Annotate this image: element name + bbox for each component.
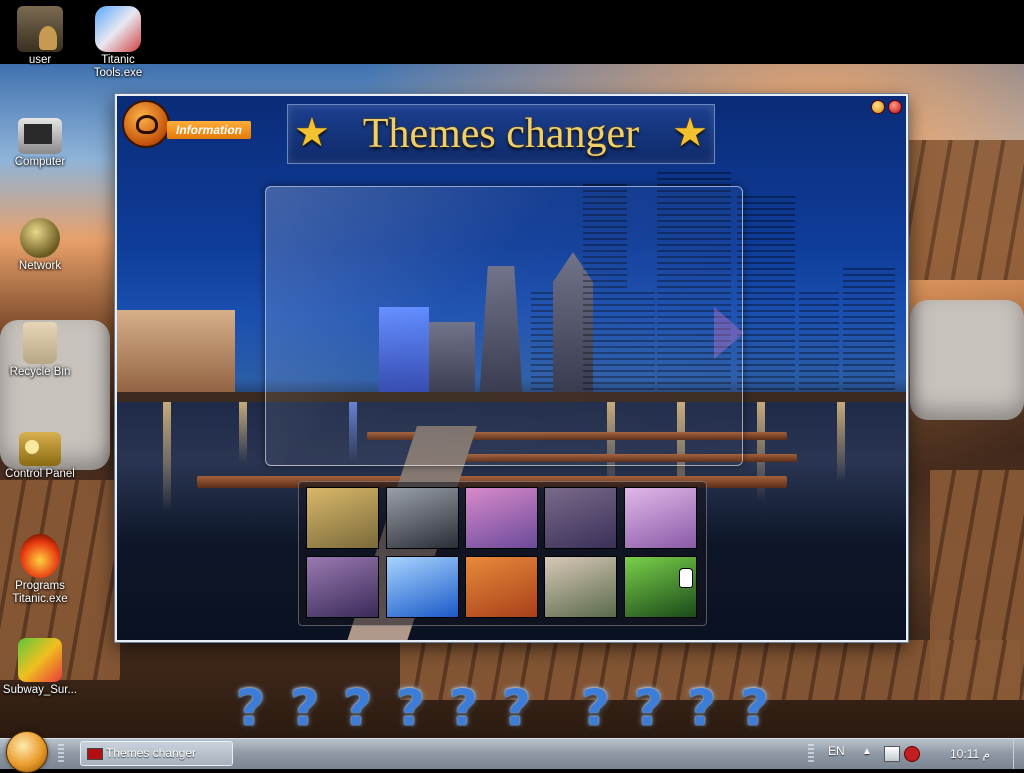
title-banner: ★ Themes changer ★ xyxy=(287,104,715,164)
theme-thumbnail[interactable] xyxy=(306,487,379,549)
question-dock: ? ? ? ? ? ? ? ? ? ? xyxy=(0,680,1024,736)
desktop-icon-computer[interactable]: Computer xyxy=(0,114,80,169)
dock-help-icon[interactable]: ? xyxy=(740,680,769,736)
wallpaper-wall xyxy=(900,140,1024,280)
language-indicator[interactable]: EN xyxy=(828,744,845,758)
desktop-icon-recycle-bin[interactable]: Recycle Bin xyxy=(0,322,80,379)
desktop-icon-label: Network xyxy=(18,260,62,272)
dock-help-icon[interactable]: ? xyxy=(449,680,478,736)
mouse-cursor-icon xyxy=(679,568,693,588)
desktop-icon-label: Programs Titanic.exe xyxy=(12,580,68,605)
dock-help-icon[interactable]: ? xyxy=(581,680,610,736)
dock-help-icon[interactable]: ? xyxy=(502,680,531,736)
theme-thumbnail[interactable] xyxy=(544,556,617,618)
action-center-icon[interactable] xyxy=(904,746,920,762)
show-desktop-button[interactable] xyxy=(1013,739,1024,769)
theme-thumbnail[interactable] xyxy=(624,487,697,549)
desktop-icon-label: Computer xyxy=(14,156,66,168)
window-title: Themes changer xyxy=(362,111,640,157)
logo-icon[interactable] xyxy=(122,100,170,148)
themes-changer-window: Information ★ Themes changer ★ xyxy=(115,94,908,642)
window-controls xyxy=(868,100,902,119)
information-button[interactable]: Information xyxy=(167,121,251,139)
show-hidden-icons-button[interactable]: ▲ xyxy=(862,746,872,757)
next-arrow-icon[interactable] xyxy=(714,307,744,359)
theme-thumbnail[interactable] xyxy=(465,556,538,618)
theme-thumbnail[interactable] xyxy=(386,556,459,618)
close-button[interactable] xyxy=(888,100,902,114)
desktop-wallpaper: user Titanic Tools.exe Computer Network … xyxy=(0,0,1024,738)
minimize-button[interactable] xyxy=(871,100,885,114)
desktop-icon-network[interactable]: Network xyxy=(0,218,80,273)
desktop-icon-user[interactable]: user xyxy=(0,6,80,67)
dock-help-icon[interactable]: ? xyxy=(343,680,372,736)
start-button[interactable] xyxy=(6,731,48,773)
star-icon: ★ xyxy=(294,111,330,155)
wallpaper-cushion xyxy=(910,300,1024,420)
recycle-bin-icon xyxy=(23,322,57,364)
dock-help-icon[interactable]: ? xyxy=(236,680,265,736)
subway-surfers-icon xyxy=(18,638,62,682)
desktop-icon-label: Titanic Tools.exe xyxy=(93,54,143,79)
programs-titanic-icon xyxy=(20,534,60,578)
theme-preview-panel xyxy=(265,186,744,466)
desktop-icon-label: Control Panel xyxy=(5,468,75,480)
computer-icon xyxy=(18,118,62,154)
network-tray-icon[interactable] xyxy=(884,746,900,762)
theme-thumbnail[interactable] xyxy=(386,487,459,549)
network-icon xyxy=(20,218,60,258)
app-window-icon xyxy=(87,748,103,760)
dock-help-icon[interactable]: ? xyxy=(290,680,319,736)
desktop-icon-titanic-tools[interactable]: Titanic Tools.exe xyxy=(78,6,158,80)
desktop-icon-programs-titanic[interactable]: Programs Titanic.exe xyxy=(0,534,80,606)
dock-help-icon[interactable]: ? xyxy=(634,680,663,736)
desktop-icon-label: user xyxy=(28,54,52,66)
desktop-icon-control-panel[interactable]: Control Panel xyxy=(0,428,80,481)
taskbar: Themes changer EN ▲ 10:11 م xyxy=(0,731,1024,773)
taskbar-grip[interactable] xyxy=(58,744,64,763)
theme-thumbnail[interactable] xyxy=(465,487,538,549)
theme-thumbnail-grid xyxy=(298,481,707,626)
titanic-tools-icon xyxy=(95,6,141,52)
user-folder-icon xyxy=(17,6,63,52)
clock[interactable]: 10:11 م xyxy=(950,747,990,761)
star-icon: ★ xyxy=(672,111,708,155)
control-panel-icon xyxy=(19,432,61,466)
theme-thumbnail[interactable] xyxy=(544,487,617,549)
taskbar-item-themes-changer[interactable]: Themes changer xyxy=(80,741,233,766)
dock-help-icon[interactable]: ? xyxy=(396,680,425,736)
taskbar-item-label: Themes changer xyxy=(106,746,197,760)
theme-thumbnail[interactable] xyxy=(306,556,379,618)
desktop-icon-label: Recycle Bin xyxy=(9,366,71,378)
dock-help-icon[interactable]: ? xyxy=(687,680,716,736)
system-tray: EN ▲ 10:11 م xyxy=(804,739,1024,769)
